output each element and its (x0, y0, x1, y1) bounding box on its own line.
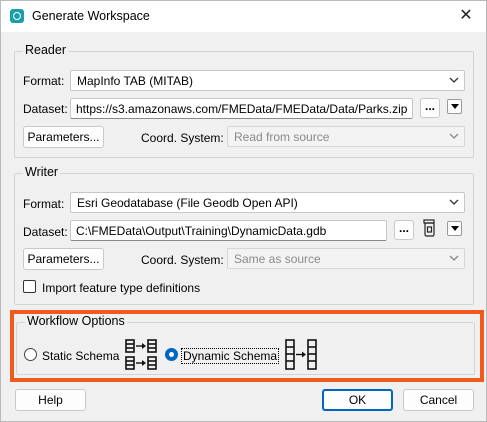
reader-coord-select[interactable]: Read from source (227, 126, 465, 147)
chevron-down-icon (448, 196, 460, 208)
writer-coord-label: Coord. System: (141, 253, 224, 267)
fme-app-icon (10, 9, 24, 23)
writer-format-value: Esri Geodatabase (File Geodb Open API) (77, 196, 298, 210)
writer-group-title: Writer (23, 165, 61, 179)
reader-browse-button[interactable]: ... (420, 98, 440, 118)
writer-format-label: Format: (23, 197, 65, 211)
cancel-button[interactable]: Cancel (403, 389, 474, 411)
close-icon[interactable]: ✕ (455, 5, 477, 27)
writer-browse-button[interactable]: ... (394, 220, 414, 240)
import-feature-types-label[interactable]: Import feature type definitions (42, 281, 200, 295)
dialog-title: Generate Workspace (32, 9, 150, 23)
generate-workspace-dialog: Generate Workspace ✕ Reader Format: MapI… (0, 0, 487, 422)
import-feature-types-checkbox[interactable] (23, 280, 36, 293)
reader-coord-value: Read from source (234, 130, 330, 144)
writer-format-select[interactable]: Esri Geodatabase (File Geodb Open API) (70, 192, 465, 213)
writer-coord-select[interactable]: Same as source (227, 248, 465, 269)
chevron-down-icon (448, 252, 460, 264)
reader-dataset-field[interactable]: https://s3.amazonaws.com/FMEData/FMEData… (70, 98, 413, 119)
title-bar: Generate Workspace ✕ (1, 1, 486, 32)
chevron-down-icon (448, 74, 460, 86)
workflow-highlight-box (10, 310, 484, 382)
chevron-down-icon (448, 130, 460, 142)
reader-parameters-button[interactable]: Parameters... (23, 126, 104, 148)
writer-dataset-field[interactable]: C:\FMEData\Output\Training\DynamicData.g… (70, 220, 387, 241)
reader-format-select[interactable]: MapInfo TAB (MITAB) (70, 70, 465, 91)
writer-parameters-button[interactable]: Parameters... (23, 248, 104, 270)
reader-dataset-dropdown-button[interactable] (447, 99, 462, 114)
reader-dataset-label: Dataset: (23, 102, 68, 116)
writer-dataset-label: Dataset: (23, 225, 68, 239)
reader-group-title: Reader (23, 43, 68, 57)
reader-format-label: Format: (23, 74, 65, 88)
writer-coord-value: Same as source (234, 252, 321, 266)
writer-options-icon[interactable] (421, 219, 439, 239)
ok-button[interactable]: OK (322, 389, 393, 411)
reader-coord-label: Coord. System: (141, 131, 224, 145)
writer-dataset-dropdown-button[interactable] (447, 221, 462, 236)
reader-format-value: MapInfo TAB (MITAB) (77, 74, 194, 88)
help-button[interactable]: Help (15, 389, 86, 411)
